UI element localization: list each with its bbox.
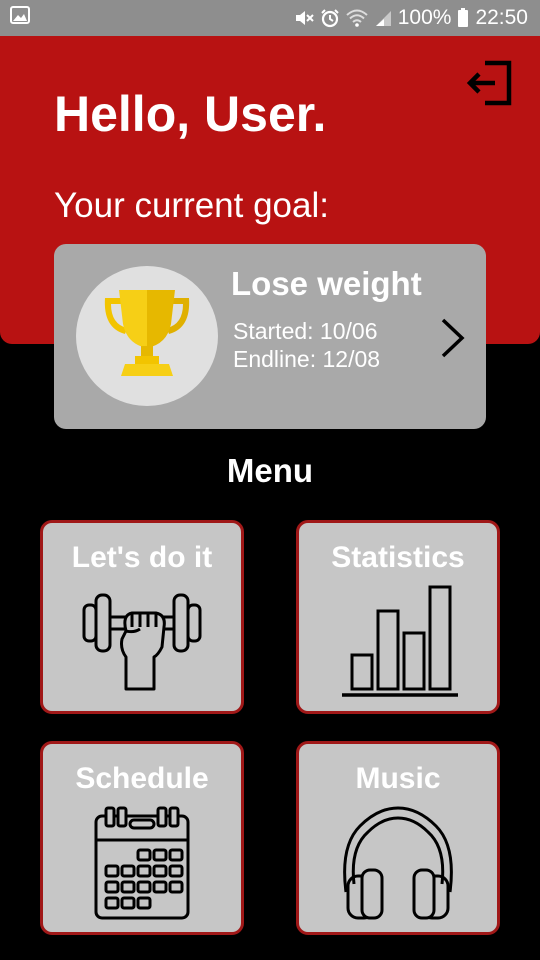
menu-tile-lets-do-it[interactable]: Let's do it xyxy=(40,520,244,714)
status-bar: 100% 22:50 xyxy=(0,0,540,36)
menu-tile-statistics[interactable]: Statistics xyxy=(296,520,500,714)
menu-tile-label: Music xyxy=(355,762,441,795)
chevron-right-icon xyxy=(438,316,468,365)
image-icon xyxy=(10,6,30,30)
bar-chart-icon xyxy=(338,585,458,704)
menu-tile-label: Let's do it xyxy=(71,541,213,574)
trophy-badge xyxy=(76,266,218,406)
menu-heading: Menu xyxy=(226,452,314,489)
wifi-icon xyxy=(346,9,368,27)
trophy-icon xyxy=(97,284,197,389)
menu-tile-label: Schedule xyxy=(75,762,209,795)
battery-percent: 100% xyxy=(397,6,452,29)
dumbbell-icon xyxy=(82,585,202,700)
headphones-icon xyxy=(338,806,458,927)
greeting-heading: Hello, User. xyxy=(54,86,327,142)
mute-icon xyxy=(294,8,314,28)
logout-button[interactable] xyxy=(462,58,516,112)
alarm-icon xyxy=(320,8,340,28)
goal-label: Your current goal: xyxy=(54,186,329,225)
calendar-icon xyxy=(92,806,192,927)
logout-icon xyxy=(465,59,513,112)
goal-title: Lose weight xyxy=(231,265,422,302)
goal-start-date: Started: 10/06 xyxy=(233,318,378,344)
battery-icon xyxy=(457,8,469,28)
menu-tile-schedule[interactable]: Schedule xyxy=(40,741,244,935)
goal-end-date: Endline: 12/08 xyxy=(233,346,381,372)
signal-icon xyxy=(374,9,392,27)
menu-tile-label: Statistics xyxy=(331,541,465,574)
menu-tile-music[interactable]: Music xyxy=(296,741,500,935)
current-goal-card[interactable]: Lose weight Started: 10/06 Endline: 12/0… xyxy=(54,244,486,429)
clock: 22:50 xyxy=(475,6,528,29)
